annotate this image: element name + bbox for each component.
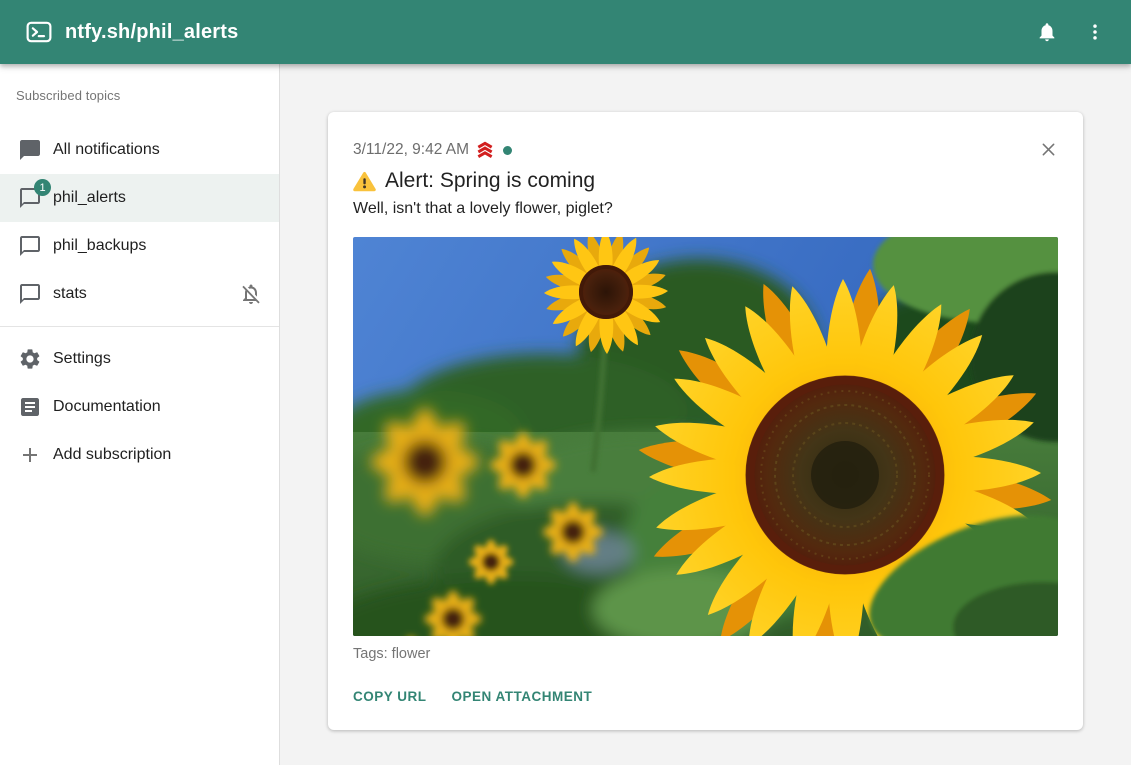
sidebar-item-phil-backups[interactable]: phil_backups [0,222,279,270]
open-attachment-button[interactable]: OPEN ATTACHMENT [452,687,593,706]
gear-icon [18,347,42,371]
notification-card: 3/11/22, 9:42 AM Alert: Spring is comi [328,112,1083,730]
sidebar-item-label: All notifications [53,141,160,159]
chat-bubble-outline-icon: 1 [18,186,42,210]
attachment-image[interactable] [353,237,1058,636]
topic-list: All notifications 1 phil_alerts [0,126,279,318]
sidebar-item-all-notifications[interactable]: All notifications [0,126,279,174]
sidebar-item-label: Documentation [53,398,161,416]
sidebar-item-phil-alerts[interactable]: 1 phil_alerts [0,174,279,222]
sidebar-menu: Settings Documentation [0,335,279,479]
notification-actions: COPY URL OPEN ATTACHMENT [353,687,1058,706]
sidebar-item-stats[interactable]: stats [0,270,279,318]
notification-meta-row: 3/11/22, 9:42 AM [353,140,1058,160]
sidebar-item-label: Add subscription [53,446,171,464]
notification-body: Well, isn't that a lovely flower, piglet… [353,200,1058,218]
subscribed-topics-label: Subscribed topics [0,88,279,104]
main-area: 3/11/22, 9:42 AM Alert: Spring is comi [280,64,1131,765]
warning-emoji-icon [353,171,376,192]
overflow-menu-button[interactable] [1071,8,1119,56]
ntfy-app: ntfy.sh/phil_alerts Subscribed topics [0,0,1131,765]
sidebar-divider [0,326,279,327]
terminal-logo-icon [26,19,52,45]
close-notification-button[interactable] [1035,136,1061,162]
copy-url-button[interactable]: COPY URL [353,687,427,706]
chat-bubble-filled-icon [18,138,42,162]
close-icon [1039,140,1058,159]
page-title: ntfy.sh/phil_alerts [65,21,238,44]
priority-max-icon [475,140,495,160]
sidebar: Subscribed topics All notifications [0,64,280,765]
kebab-vertical-icon [1085,22,1105,42]
plus-icon [18,443,42,467]
sidebar-item-label: stats [53,285,87,303]
notifications-off-icon [239,282,263,306]
sidebar-item-label: phil_alerts [53,189,126,207]
sidebar-item-label: Settings [53,350,111,368]
sidebar-item-documentation[interactable]: Documentation [0,383,279,431]
chat-bubble-outline-icon [18,234,42,258]
article-icon [18,395,42,419]
chat-bubble-outline-icon [18,282,42,306]
unread-count-badge: 1 [34,179,51,196]
notification-title: Alert: Spring is coming [385,169,595,193]
bell-icon [1036,21,1058,43]
unread-dot-icon [503,146,512,155]
sunflower-photo [353,237,1058,636]
app-bar: ntfy.sh/phil_alerts [0,0,1131,64]
notification-tags: Tags: flower [353,646,1058,662]
notification-timestamp: 3/11/22, 9:42 AM [353,141,469,159]
notifications-button[interactable] [1023,8,1071,56]
sidebar-item-settings[interactable]: Settings [0,335,279,383]
notification-title-row: Alert: Spring is coming [353,169,1058,193]
sidebar-item-label: phil_backups [53,237,146,255]
sidebar-item-add-subscription[interactable]: Add subscription [0,431,279,479]
